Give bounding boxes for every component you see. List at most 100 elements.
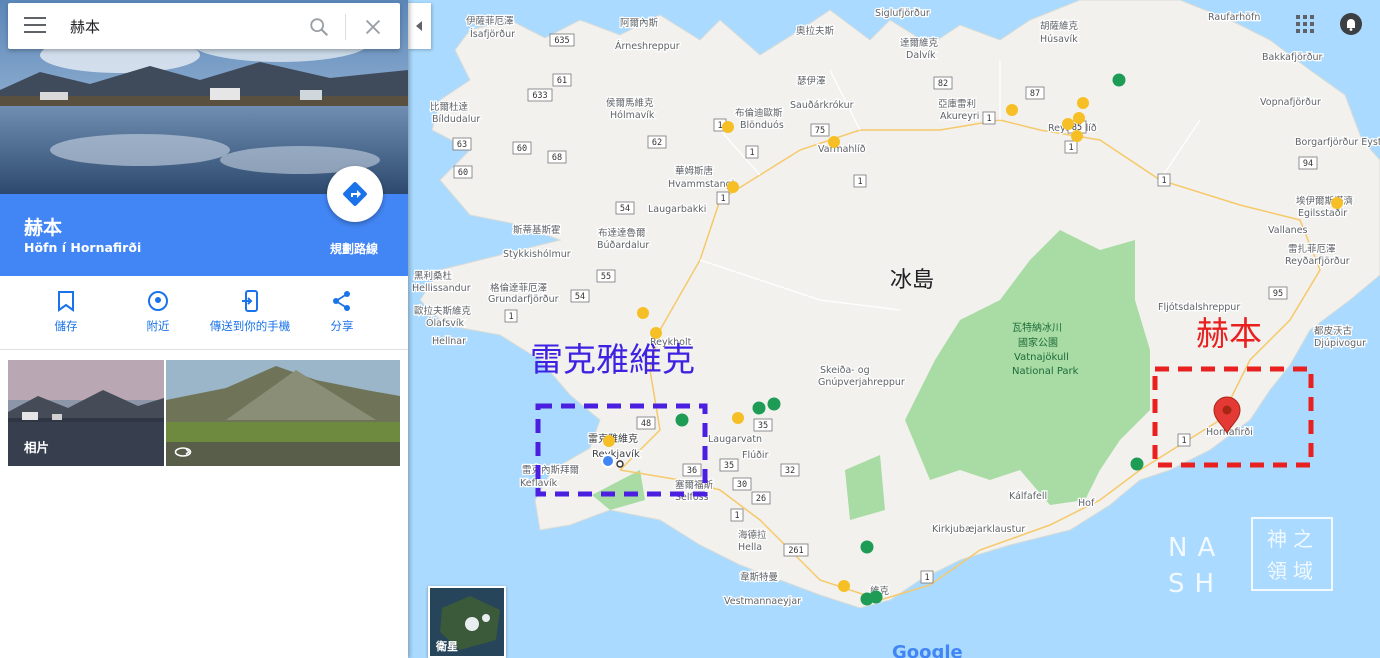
park-marker-icon[interactable] — [752, 401, 766, 415]
park-marker-icon[interactable] — [1112, 73, 1126, 87]
star-marker-icon[interactable] — [727, 181, 739, 193]
photo-tile[interactable]: 相片 — [8, 360, 164, 466]
search-icon[interactable] — [308, 16, 330, 38]
nearby-button[interactable]: 附近 — [134, 290, 182, 334]
close-icon[interactable] — [362, 16, 384, 38]
place-label: 塞爾福斯 — [675, 479, 714, 491]
svg-text:SH: SH — [1168, 569, 1224, 599]
place-label: Dalvík — [906, 50, 936, 61]
star-marker-icon[interactable] — [1062, 118, 1074, 130]
road-number: 1 — [749, 148, 754, 158]
place-label: Grundarfjörður — [488, 294, 559, 305]
star-marker-icon[interactable] — [732, 412, 744, 424]
nearby-icon — [148, 291, 168, 311]
chevron-left-icon — [416, 21, 422, 31]
road-number: 62 — [652, 138, 662, 148]
svg-text:National Park: National Park — [1012, 366, 1079, 377]
place-label: 雷克內斯拜爾 — [522, 464, 580, 476]
street-view-tile[interactable] — [166, 360, 400, 466]
place-label: 斯蒂基斯霍 — [513, 224, 561, 236]
satellite-toggle[interactable]: 衛星 — [428, 586, 506, 658]
location-dot-icon[interactable] — [601, 454, 615, 468]
svg-text:領域: 領域 — [1267, 559, 1319, 583]
park-marker-icon[interactable] — [675, 413, 689, 427]
place-label: Ísafjörður — [470, 28, 515, 40]
road-number: 1 — [1181, 436, 1186, 446]
place-label: Vallanes — [1268, 225, 1308, 236]
road-number: 633 — [532, 91, 547, 101]
place-label: Vopnafjörður — [1260, 97, 1321, 108]
place-label: 達爾維克 — [900, 37, 939, 49]
road-number: 87 — [1030, 89, 1040, 99]
save-label: 儲存 — [54, 319, 78, 333]
place-label: Blönduós — [740, 120, 784, 131]
star-marker-icon[interactable] — [1331, 197, 1343, 209]
road-number: 75 — [815, 126, 825, 136]
star-marker-icon[interactable] — [637, 307, 649, 319]
road-number: 61 — [557, 76, 567, 86]
place-label: 瑟伊澤 — [797, 75, 826, 87]
place-label: Sauðárkrókur — [790, 100, 854, 111]
road-number: 35 — [724, 461, 734, 471]
place-label: Fljótsdalshreppur — [1158, 302, 1240, 313]
place-label: 雷扎菲厄澤 — [1288, 243, 1336, 255]
collapse-panel-button[interactable] — [408, 3, 431, 49]
road-number: 1 — [734, 511, 739, 521]
place-label: 格倫達菲厄澤 — [490, 282, 548, 294]
star-marker-icon[interactable] — [1071, 130, 1083, 142]
star-marker-icon[interactable] — [1006, 104, 1018, 116]
place-label: 都皮沃古 — [1314, 325, 1353, 337]
bookmark-icon — [58, 291, 74, 312]
bell-icon — [1347, 19, 1355, 31]
place-label: 黑利桑杜 — [414, 270, 453, 282]
park-marker-icon[interactable] — [869, 590, 883, 604]
place-label: Hellnar — [432, 336, 466, 347]
park-marker-icon[interactable] — [767, 397, 781, 411]
svg-text:瓦特納冰川: 瓦特納冰川 — [1012, 321, 1062, 334]
star-marker-icon[interactable] — [838, 580, 850, 592]
star-marker-icon[interactable] — [603, 435, 615, 447]
send-to-phone-icon — [242, 290, 258, 312]
road-number: 95 — [1273, 289, 1283, 299]
place-label: Laugarvatn — [708, 434, 762, 445]
road-number: 68 — [552, 153, 562, 163]
star-marker-icon[interactable] — [1077, 97, 1089, 109]
place-label: Akureyri — [940, 111, 979, 122]
star-marker-icon[interactable] — [828, 136, 840, 148]
search-box — [8, 3, 400, 49]
send-to-phone-button[interactable]: 傳送到你的手機 — [200, 290, 300, 334]
photo-label: 相片 — [24, 440, 50, 455]
place-title: 赫本 — [24, 217, 63, 239]
park-marker-icon[interactable] — [1130, 457, 1144, 471]
star-marker-icon[interactable] — [722, 121, 734, 133]
place-label: 比爾杜達 — [430, 101, 469, 113]
notifications-button[interactable] — [1340, 13, 1362, 35]
place-label: 胡薩維克 — [1040, 20, 1079, 32]
star-marker-icon[interactable] — [1073, 112, 1085, 124]
place-label: Hof — [1078, 498, 1095, 509]
road-number: 35 — [758, 421, 768, 431]
place-subtitle: Höfn í Hornafirði — [24, 240, 142, 255]
annotation-reykjavik: 雷克雅維克 — [530, 340, 695, 379]
place-panel: 赫本 Höfn í Hornafirði 規劃路線 儲存 附近 傳送到你的手機 … — [0, 0, 408, 658]
save-button[interactable]: 儲存 — [42, 290, 90, 334]
road-number: 30 — [737, 480, 747, 490]
road-number: 82 — [938, 79, 948, 89]
directions-label[interactable]: 規劃路線 — [330, 240, 378, 257]
place-label: Vestmannaeyjar — [724, 596, 801, 607]
map-canvas[interactable]: Siglufjörður 奧拉夫斯 胡薩維克 Húsavík 伊薩菲厄澤 Ísa… — [408, 0, 1380, 658]
place-label: 歐拉夫斯維克 — [414, 305, 472, 317]
search-input[interactable] — [70, 13, 290, 39]
share-button[interactable]: 分享 — [318, 290, 366, 334]
star-marker-icon[interactable] — [650, 327, 662, 339]
park-marker-icon[interactable] — [860, 540, 874, 554]
road-number: 36 — [687, 466, 697, 476]
place-label: Bíldudalur — [432, 114, 480, 125]
place-label: 布倫迪歐斯 — [735, 107, 783, 119]
directions-button[interactable] — [327, 166, 383, 222]
place-label: 韋斯特曼 — [740, 571, 779, 583]
menu-icon[interactable] — [24, 17, 46, 35]
apps-grid-icon[interactable] — [1296, 15, 1314, 33]
place-label: Bakkafjörður — [1262, 52, 1323, 63]
place-label: Húsavík — [1040, 34, 1078, 45]
